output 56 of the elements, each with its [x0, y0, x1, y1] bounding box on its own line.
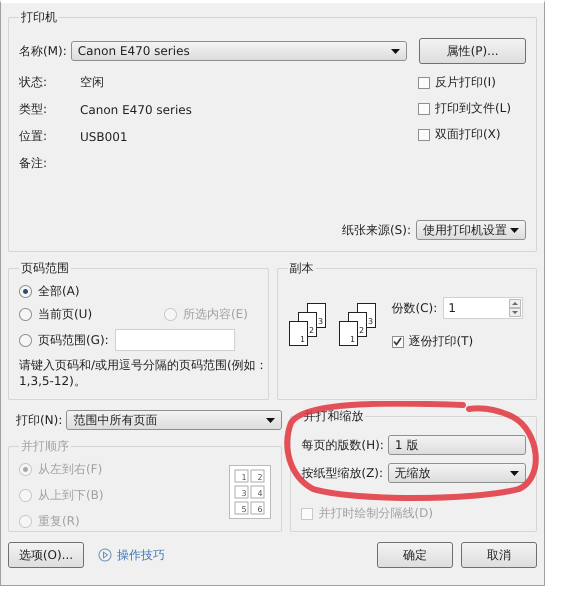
copies-spinner[interactable]: 1	[443, 297, 524, 319]
field-label: 名称(M):	[19, 42, 67, 60]
info-value: 空闲	[80, 74, 104, 91]
radio-label: 从左到右(F)	[38, 461, 102, 478]
tips-link[interactable]: 操作技巧	[117, 546, 165, 564]
paper-source-dropdown[interactable]: 使用打印机设置	[416, 220, 526, 240]
info-label: 备注:	[19, 155, 48, 172]
checkbox[interactable]	[418, 102, 430, 114]
group-title: 页码范围	[20, 260, 70, 277]
group-title: 副本	[288, 260, 314, 277]
info-value: Canon E470 series	[80, 102, 192, 116]
page-range-field[interactable]	[114, 329, 235, 351]
caret-icon	[510, 228, 519, 232]
checkbox[interactable]	[418, 128, 430, 140]
options-button[interactable]: 选项(O)...	[8, 542, 84, 568]
group-title: 打印机	[20, 9, 58, 26]
ok-button[interactable]: 确定	[377, 542, 453, 568]
checkbox-label: 打印到文件(L)	[435, 100, 512, 117]
radio-label: 从上到下(B)	[38, 487, 104, 504]
pages-per-sheet-dropdown[interactable]: 1 版	[388, 435, 526, 455]
checkbox-label: 双面打印(X)	[435, 126, 501, 143]
page-order-icon: 1 2 3 4 5 6	[229, 465, 272, 519]
checkbox[interactable]	[418, 76, 430, 88]
field-label: 按纸型缩放(Z):	[301, 464, 384, 482]
radio-button[interactable]	[19, 334, 32, 346]
group-title: 并打顺序	[20, 438, 70, 455]
info-label: 位置:	[19, 128, 48, 145]
checkbox-label: 并打时绘制分隔线(D)	[318, 505, 433, 522]
info-label: 状态:	[19, 74, 48, 91]
play-icon	[98, 548, 112, 562]
caret-icon	[510, 470, 519, 476]
checkbox[interactable]	[392, 336, 404, 348]
cancel-button[interactable]: 取消	[461, 542, 537, 568]
radio-label: 页码范围(G):	[38, 332, 109, 348]
field-label: 纸张来源(S):	[342, 222, 411, 238]
printer-dropdown[interactable]: Canon E470 series	[70, 41, 408, 61]
radio-label: 全部(A)	[38, 283, 80, 300]
scale-dropdown[interactable]: 无缩放	[388, 463, 526, 483]
hint-text: 请键入页码和/或用逗号分隔的页码范围(例如：1,3,5-12)。	[19, 357, 269, 389]
field-label: 每页的版数(H):	[301, 436, 384, 454]
caret-icon	[391, 48, 400, 54]
checkbox-label: 反片打印(I)	[435, 74, 496, 91]
info-value: USB001	[80, 130, 128, 144]
radio-label: 重复(R)	[38, 513, 80, 530]
caret-icon	[266, 418, 276, 422]
radio-label: 当前页(U)	[38, 306, 94, 323]
info-label: 类型:	[19, 101, 48, 118]
spin-arrows-icon[interactable]	[509, 299, 522, 317]
radio-button[interactable]	[19, 285, 32, 298]
field-label: 打印(N):	[16, 412, 62, 428]
radio-button[interactable]	[19, 308, 32, 321]
checkbox-label: 逐份打印(T)	[408, 333, 474, 350]
radio-label: 所选内容(E)	[183, 306, 248, 323]
properties-button[interactable]: 属性(P)...	[419, 38, 526, 64]
field-label: 份数(C):	[392, 300, 438, 316]
print-dropdown[interactable]: 范围中所有页面	[66, 410, 282, 430]
